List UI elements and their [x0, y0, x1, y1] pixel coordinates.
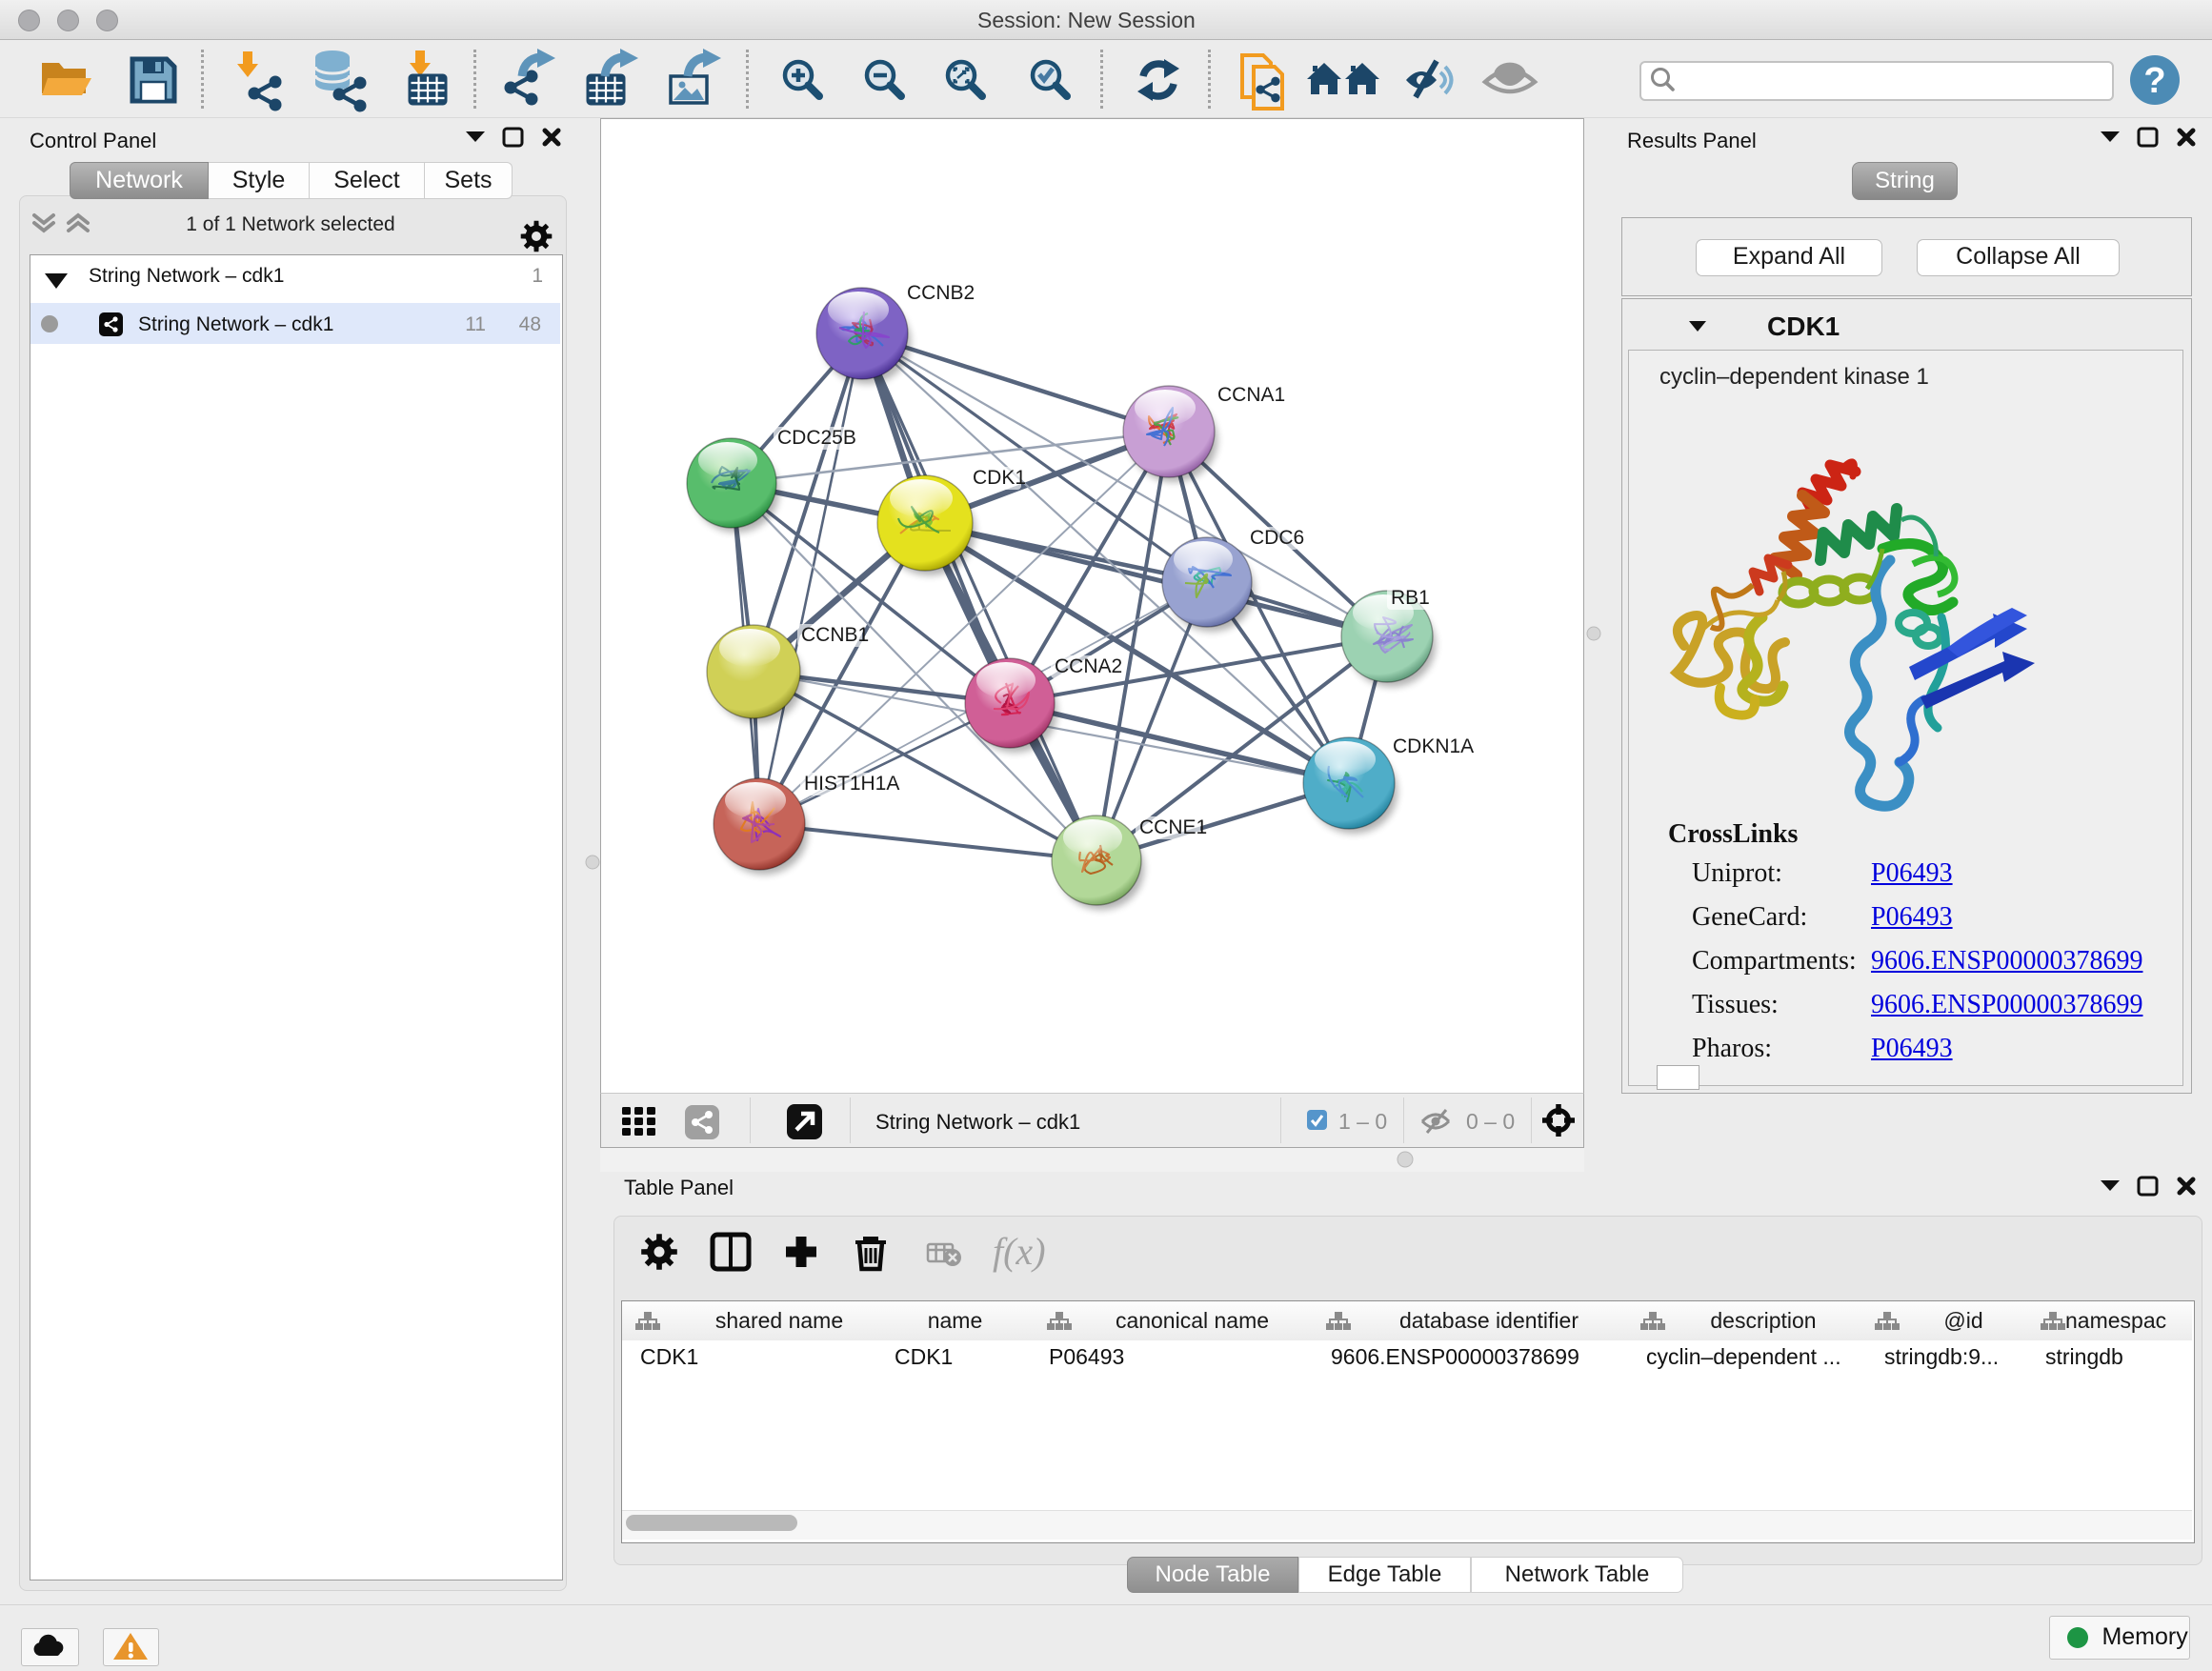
svg-text:CDKN1A: CDKN1A [1393, 735, 1474, 757]
svg-text:CCNA2: CCNA2 [1055, 655, 1122, 677]
svg-text:CCNB1: CCNB1 [801, 624, 869, 646]
svg-text:f(x): f(x) [993, 1230, 1046, 1273]
svg-text:CCNE1: CCNE1 [1139, 816, 1207, 838]
svg-text:CCNB2: CCNB2 [907, 282, 975, 304]
svg-text:CDC6: CDC6 [1250, 527, 1304, 549]
svg-text:CDK1: CDK1 [973, 467, 1026, 489]
svg-text:?: ? [2143, 61, 2165, 101]
svg-text:1 – 0: 1 – 0 [1338, 1109, 1387, 1134]
svg-text:String Network – cdk1: String Network – cdk1 [875, 1110, 1080, 1134]
svg-text:RB1: RB1 [1391, 587, 1430, 609]
svg-text:CDC25B: CDC25B [777, 427, 856, 449]
svg-text:HIST1H1A: HIST1H1A [804, 773, 899, 795]
svg-text:0 – 0: 0 – 0 [1466, 1109, 1515, 1134]
svg-text:CCNA1: CCNA1 [1217, 384, 1285, 406]
